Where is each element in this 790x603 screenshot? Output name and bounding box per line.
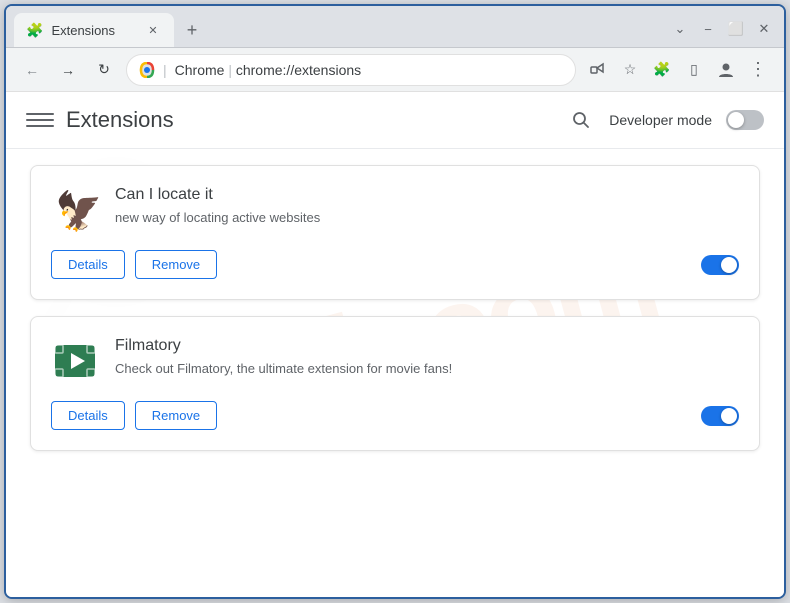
svg-text:🦅: 🦅: [55, 188, 99, 233]
extension-1-remove-button[interactable]: Remove: [135, 250, 217, 279]
minimize-button[interactable]: −: [696, 17, 720, 41]
extension-2-details-button[interactable]: Details: [51, 401, 125, 430]
extension-2-desc: Check out Filmatory, the ultimate extens…: [115, 359, 739, 379]
close-button[interactable]: ✕: [752, 17, 776, 41]
extension-2-toggle-knob: [721, 408, 737, 424]
sidebar-button[interactable]: ▯: [680, 56, 708, 84]
extension-1-info: Can I locate it new way of locating acti…: [115, 186, 739, 228]
extension-1-toggle-wrap: [701, 255, 739, 275]
window-controls: ⌄ − ⬜ ✕: [668, 17, 776, 41]
extensions-list: 🦅 Can I locate it new way of locating ac…: [6, 149, 784, 467]
extensions-button[interactable]: 🧩: [648, 56, 676, 84]
browser-window: 🧩 Extensions ✕ + ⌄ − ⬜ ✕ ← → ↻ |: [4, 4, 786, 599]
extensions-header: Extensions Developer mode: [6, 92, 784, 149]
restore-down-button[interactable]: ⌄: [668, 17, 692, 41]
extension-1-icon: 🦅: [51, 186, 99, 234]
extension-1-details-button[interactable]: Details: [51, 250, 125, 279]
extension-card-1-top: 🦅 Can I locate it new way of locating ac…: [51, 186, 739, 234]
extension-2-toggle-wrap: [701, 406, 739, 426]
developer-mode-toggle[interactable]: [726, 110, 764, 130]
hamburger-menu-button[interactable]: [26, 106, 54, 134]
address-bar[interactable]: | Chrome | chrome://extensions: [126, 54, 576, 86]
page-title: Extensions: [66, 107, 174, 133]
url-separator: |: [228, 62, 236, 78]
bookmark-button[interactable]: ☆: [616, 56, 644, 84]
reload-button[interactable]: ↻: [90, 56, 118, 84]
toolbar-actions: ☆ 🧩 ▯ ⋮: [584, 56, 772, 84]
new-tab-button[interactable]: +: [178, 16, 206, 44]
tab-title: Extensions: [51, 23, 136, 38]
share-icon: [590, 62, 606, 78]
extension-card-1: 🦅 Can I locate it new way of locating ac…: [30, 165, 760, 300]
browser-tab[interactable]: 🧩 Extensions ✕: [14, 13, 174, 47]
extension-card-2-top: Filmatory Check out Filmatory, the ultim…: [51, 337, 739, 385]
forward-button[interactable]: →: [54, 56, 82, 84]
toolbar: ← → ↻ | Chrome | chrome://extensions: [6, 48, 784, 92]
tab-close-button[interactable]: ✕: [144, 21, 162, 39]
extensions-tab-icon: 🧩: [26, 22, 43, 39]
extension-1-toggle-knob: [721, 257, 737, 273]
address-text: Chrome | chrome://extensions: [175, 62, 563, 78]
page-content: riash.com Extensions Developer mode: [6, 92, 784, 597]
menu-line-2: [26, 119, 54, 121]
search-extensions-button[interactable]: [567, 106, 595, 134]
extension-2-remove-button[interactable]: Remove: [135, 401, 217, 430]
maximize-button[interactable]: ⬜: [724, 17, 748, 41]
extension-2-name: Filmatory: [115, 337, 739, 355]
profile-icon: [717, 61, 735, 79]
extension-card-2: Filmatory Check out Filmatory, the ultim…: [30, 316, 760, 451]
chrome-icon: [139, 62, 155, 78]
profile-button[interactable]: [712, 56, 740, 84]
extension-1-actions: Details Remove: [51, 250, 739, 279]
url-brand: Chrome: [175, 62, 225, 78]
extension-1-name: Can I locate it: [115, 186, 739, 204]
menu-line-1: [26, 113, 54, 115]
extension-1-desc: new way of locating active websites: [115, 208, 739, 228]
extension-2-info: Filmatory Check out Filmatory, the ultim…: [115, 337, 739, 379]
extension-2-toggle[interactable]: [701, 406, 739, 426]
header-actions: Developer mode: [567, 106, 764, 134]
share-button[interactable]: [584, 56, 612, 84]
menu-button[interactable]: ⋮: [744, 56, 772, 84]
extension-1-toggle[interactable]: [701, 255, 739, 275]
menu-line-3: [26, 125, 54, 127]
back-button[interactable]: ←: [18, 56, 46, 84]
extension-2-actions: Details Remove: [51, 401, 739, 430]
address-divider: |: [163, 62, 167, 78]
search-icon: [571, 110, 591, 130]
extension-2-icon: [51, 337, 99, 385]
title-bar: 🧩 Extensions ✕ + ⌄ − ⬜ ✕: [6, 6, 784, 48]
developer-mode-label: Developer mode: [609, 112, 712, 128]
url-path: chrome://extensions: [236, 62, 361, 78]
toggle-knob: [728, 112, 744, 128]
